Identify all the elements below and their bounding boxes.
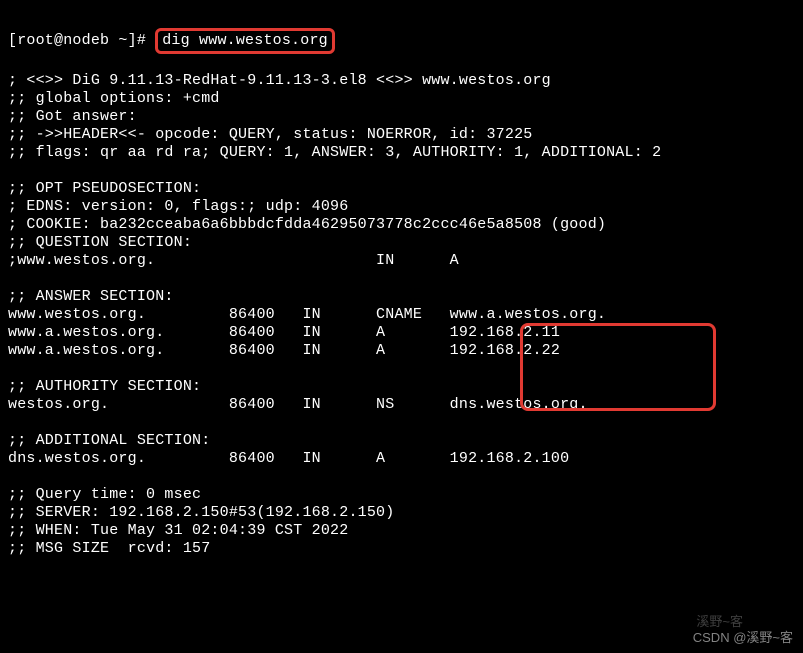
shell-prompt: [root@nodeb ~]# (8, 32, 155, 49)
query-time-line: ;; Query time: 0 msec (8, 486, 201, 503)
answer-row: www.a.westos.org. 86400 IN A 192.168.2.2… (8, 342, 560, 359)
edns-line: ; EDNS: version: 0, flags:; udp: 4096 (8, 198, 348, 215)
answer-row: www.westos.org. 86400 IN CNAME www.a.wes… (8, 306, 606, 323)
authority-section-header: ;; AUTHORITY SECTION: (8, 378, 201, 395)
watermark-main: CSDN @溪野~客 (693, 629, 793, 647)
opt-pseudosection-header: ;; OPT PSEUDOSECTION: (8, 180, 201, 197)
question-row: ;www.westos.org. IN A (8, 252, 459, 269)
msg-size-line: ;; MSG SIZE rcvd: 157 (8, 540, 210, 557)
dig-command: dig www.westos.org (155, 28, 335, 54)
authority-row: westos.org. 86400 IN NS dns.westos.org. (8, 396, 588, 413)
server-line: ;; SERVER: 192.168.2.150#53(192.168.2.15… (8, 504, 394, 521)
answer-row: www.a.westos.org. 86400 IN A 192.168.2.1… (8, 324, 560, 341)
global-options-line: ;; global options: +cmd (8, 90, 220, 107)
additional-row: dns.westos.org. 86400 IN A 192.168.2.100 (8, 450, 569, 467)
when-line: ;; WHEN: Tue May 31 02:04:39 CST 2022 (8, 522, 348, 539)
question-section-header: ;; QUESTION SECTION: (8, 234, 192, 251)
answer-section-header: ;; ANSWER SECTION: (8, 288, 174, 305)
got-answer-line: ;; Got answer: (8, 108, 137, 125)
dig-version-line: ; <<>> DiG 9.11.13-RedHat-9.11.13-3.el8 … (8, 72, 551, 89)
flags-line: ;; flags: qr aa rd ra; QUERY: 1, ANSWER:… (8, 144, 661, 161)
header-line: ;; ->>HEADER<<- opcode: QUERY, status: N… (8, 126, 532, 143)
additional-section-header: ;; ADDITIONAL SECTION: (8, 432, 210, 449)
cookie-line: ; COOKIE: ba232cceaba6a6bbbdcfdda4629507… (8, 216, 606, 233)
terminal-output[interactable]: [root@nodeb ~]# dig www.westos.org ; <<>… (0, 0, 803, 566)
